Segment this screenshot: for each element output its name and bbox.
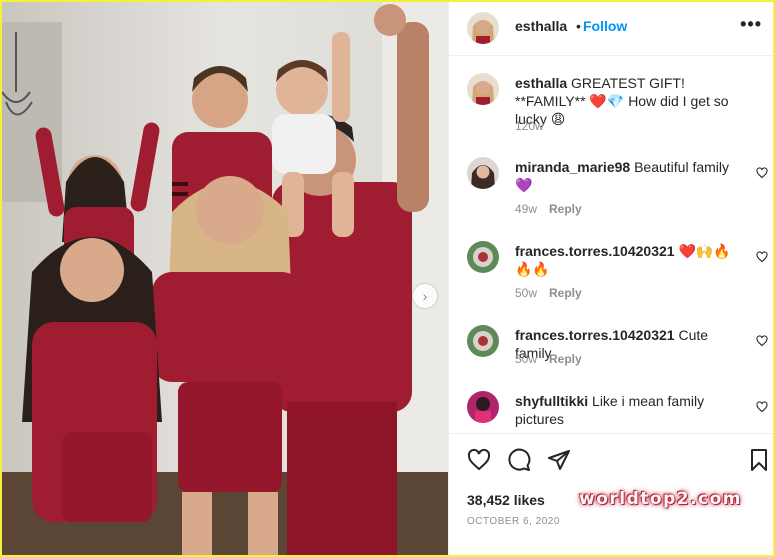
- save-bookmark-icon[interactable]: [747, 448, 771, 472]
- commenter-avatar-image: [467, 157, 499, 189]
- comment-username-link[interactable]: miranda_marie98: [515, 159, 630, 175]
- commenter-avatar[interactable]: [467, 157, 499, 189]
- author-avatar[interactable]: [467, 12, 499, 44]
- follow-button[interactable]: Follow: [583, 18, 627, 34]
- commenter-avatar[interactable]: [467, 241, 499, 273]
- reply-button[interactable]: Reply: [549, 286, 582, 300]
- caption-author-avatar[interactable]: [467, 73, 499, 105]
- comment-age: 50w: [515, 286, 538, 300]
- like-comment-heart-icon[interactable]: [756, 335, 768, 347]
- likes-count[interactable]: 38,452 likes: [467, 492, 545, 508]
- like-comment-heart-icon[interactable]: [756, 401, 768, 413]
- comment-text-block: miranda_marie98 Beautiful family 💜: [515, 158, 743, 194]
- more-options-icon[interactable]: •••: [740, 14, 762, 35]
- caption-author-avatar-image: [467, 73, 499, 105]
- comment-bubble-icon[interactable]: [507, 448, 531, 472]
- post-date: OCTOBER 6, 2020: [467, 516, 560, 527]
- caption-text-block: esthalla GREATEST GIFT! **FAMILY** ❤️💎 H…: [515, 74, 743, 128]
- commenter-avatar-image: [467, 391, 499, 423]
- post-side-panel: esthalla • Follow ••• esthalla GREATEST …: [448, 2, 773, 555]
- comment-meta: 50w Reply: [515, 286, 582, 300]
- commenter-avatar-image: [467, 325, 499, 357]
- comment-item: frances.torres.10420321 Cute family 50w R…: [449, 309, 773, 375]
- comment-meta: 50w Reply: [515, 352, 582, 366]
- post-actions-bar: 38,452 likes OCTOBER 6, 2020 worldtop2.c…: [449, 433, 773, 555]
- comment-item: frances.torres.10420321 ❤️🙌🔥🔥🔥 50w Reply: [449, 225, 773, 311]
- instagram-post-window: › esthalla • Follow ••• esthalla GREATES…: [2, 2, 773, 555]
- caption-age: 120w: [515, 119, 544, 133]
- caption-meta: 120w: [515, 119, 544, 133]
- comment-username-link[interactable]: shyfulltikki: [515, 393, 588, 409]
- share-paper-plane-icon[interactable]: [547, 448, 571, 472]
- post-header: esthalla • Follow •••: [449, 2, 773, 56]
- author-username-link[interactable]: esthalla: [515, 18, 567, 34]
- caption-username-link[interactable]: esthalla: [515, 75, 567, 91]
- comment-item: shyfulltikki Like i mean family pictures: [449, 375, 773, 433]
- commenter-avatar[interactable]: [467, 325, 499, 357]
- like-heart-icon[interactable]: [467, 448, 491, 472]
- header-separator-dot: •: [576, 18, 581, 34]
- comment-username-link[interactable]: frances.torres.10420321: [515, 327, 675, 343]
- comment-text-block: frances.torres.10420321 ❤️🙌🔥🔥🔥: [515, 242, 743, 278]
- like-comment-heart-icon[interactable]: [756, 167, 768, 179]
- site-watermark: worldtop2.com: [579, 489, 742, 509]
- author-avatar-image: [467, 12, 499, 44]
- comment-username-link[interactable]: frances.torres.10420321: [515, 243, 675, 259]
- comments-list[interactable]: esthalla GREATEST GIFT! **FAMILY** ❤️💎 H…: [449, 57, 773, 433]
- comment-meta: 49w Reply: [515, 202, 582, 216]
- reply-button[interactable]: Reply: [549, 352, 582, 366]
- comment-item: miranda_marie98 Beautiful family 💜 49w Re…: [449, 141, 773, 227]
- carousel-next-button[interactable]: ›: [413, 284, 437, 308]
- like-comment-heart-icon[interactable]: [756, 251, 768, 263]
- caption-item: esthalla GREATEST GIFT! **FAMILY** ❤️💎 H…: [449, 57, 773, 143]
- comment-age: 49w: [515, 202, 538, 216]
- comment-text-block: shyfulltikki Like i mean family pictures: [515, 392, 743, 428]
- family-photo-illustration: [2, 2, 448, 555]
- reply-button[interactable]: Reply: [549, 202, 582, 216]
- commenter-avatar-image: [467, 241, 499, 273]
- comment-age: 50w: [515, 352, 538, 366]
- post-photo[interactable]: ›: [2, 2, 448, 555]
- commenter-avatar[interactable]: [467, 391, 499, 423]
